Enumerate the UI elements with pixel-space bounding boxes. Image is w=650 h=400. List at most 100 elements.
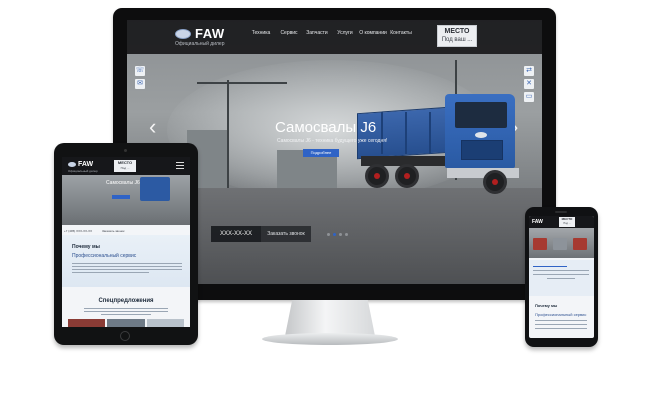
phone-screen: FAW МЕСТО Под ... Почему мы Профессионал… bbox=[529, 216, 594, 338]
place-badge: МЕСТО Под ваш ... bbox=[437, 25, 477, 47]
tablet-hero-button[interactable] bbox=[112, 195, 130, 199]
phone-truck-thumbnail bbox=[573, 238, 587, 250]
background-crane bbox=[227, 80, 229, 190]
slider-dot[interactable] bbox=[345, 233, 348, 236]
phone-speaker bbox=[555, 211, 567, 213]
monitor-stand-base bbox=[262, 333, 398, 345]
brand-name: FAW bbox=[195, 26, 225, 41]
truck-rib bbox=[381, 112, 383, 154]
text-line bbox=[535, 324, 587, 325]
slider-dot[interactable] bbox=[339, 233, 342, 236]
order-call-button[interactable]: Заказать звонок bbox=[261, 226, 311, 242]
phone-place-badge: МЕСТО Под ... bbox=[559, 217, 575, 227]
text-line bbox=[533, 266, 567, 267]
hero-title: Самосвалы J6 bbox=[275, 119, 377, 136]
wrench-icon[interactable]: ✕ bbox=[524, 79, 534, 89]
share-icon[interactable]: ⇄ bbox=[524, 66, 534, 76]
truck-wheel bbox=[365, 164, 389, 188]
hamburger-menu-icon[interactable] bbox=[176, 162, 184, 169]
offer-thumbnail[interactable] bbox=[146, 319, 184, 327]
text-line bbox=[72, 269, 182, 270]
phone-paragraph bbox=[533, 266, 589, 282]
tablet-device: FAW Официальный дилер МЕСТО Под ... Само… bbox=[54, 143, 198, 345]
truck-wheel-hub bbox=[374, 173, 380, 179]
tablet-special-offers-heading: Спецпредложения bbox=[98, 298, 154, 304]
truck-rib bbox=[405, 112, 407, 154]
phone-truck-thumbnail bbox=[553, 238, 567, 250]
place-badge-subtitle: Под ваш ... bbox=[441, 37, 473, 43]
monitor-stand bbox=[285, 300, 375, 336]
nav-item-service[interactable]: Сервис bbox=[275, 30, 303, 36]
brand-logo[interactable]: FAW bbox=[175, 26, 225, 41]
nav-item-parts[interactable]: Запчасти bbox=[303, 30, 331, 36]
faw-logo-icon bbox=[175, 28, 191, 39]
slider-dot-active[interactable] bbox=[333, 233, 336, 236]
tablet-hero-title: Самосвалы J6 bbox=[106, 180, 140, 186]
truck-grill bbox=[461, 140, 503, 160]
text-line bbox=[547, 278, 575, 279]
truck-windshield bbox=[455, 102, 507, 128]
tablet-phone[interactable]: +7 (495) XXX-XX-XX bbox=[64, 229, 92, 233]
nav-item-about[interactable]: О компании bbox=[359, 30, 387, 36]
offer-thumbnail[interactable] bbox=[68, 319, 106, 327]
tablet-why-us-heading: Почему мы bbox=[72, 244, 100, 250]
phone-why-us-heading: Почему мы bbox=[535, 303, 558, 308]
phone-device: FAW МЕСТО Под ... Почему мы Профессионал… bbox=[525, 207, 598, 347]
left-side-icons: ☏ ✉ bbox=[135, 66, 145, 89]
truck-wheel bbox=[483, 170, 507, 194]
brand-subtitle: Официальный дилер bbox=[175, 41, 225, 47]
truck-badge bbox=[475, 132, 487, 138]
text-line bbox=[72, 263, 182, 264]
text-line bbox=[533, 274, 589, 275]
background-crane bbox=[197, 82, 287, 84]
nav-item-contacts[interactable]: Контакты bbox=[387, 30, 415, 36]
place-badge-title: МЕСТО bbox=[444, 28, 470, 35]
slider-dots bbox=[327, 233, 348, 236]
phone-truck-thumbnail bbox=[533, 238, 547, 250]
phone-place-badge-subtitle: Под ... bbox=[563, 222, 571, 225]
truck-wheel bbox=[395, 164, 419, 188]
tablet-hero-truck bbox=[140, 177, 170, 201]
tablet-offer-thumbnails bbox=[68, 319, 184, 327]
phone-header: FAW МЕСТО Под ... bbox=[529, 216, 594, 228]
tablet-camera bbox=[124, 149, 127, 152]
tablet-place-badge: МЕСТО Под ... bbox=[114, 160, 136, 172]
site-header: FAW Официальный дилер Техника Сервис Зап… bbox=[127, 20, 542, 54]
phone-professional-service: Профессиональный сервис bbox=[535, 312, 587, 317]
truck-wheel-hub bbox=[404, 173, 410, 179]
tablet-brand-name: FAW bbox=[78, 161, 94, 168]
tablet-home-button[interactable] bbox=[120, 331, 130, 341]
faw-logo-icon bbox=[68, 161, 76, 167]
text-line bbox=[72, 266, 182, 267]
text-line bbox=[535, 328, 587, 329]
offer-thumbnail[interactable] bbox=[107, 319, 145, 327]
text-line bbox=[84, 308, 168, 309]
phone-icon[interactable]: ☏ bbox=[135, 66, 145, 76]
main-nav: Техника Сервис Запчасти Услуги О компани… bbox=[247, 30, 415, 36]
tablet-place-badge-subtitle: Под ... bbox=[120, 166, 130, 170]
hero-subtitle: Самосвалы J6 - техника будущего уже сего… bbox=[277, 138, 388, 144]
text-line bbox=[533, 270, 589, 271]
text-line bbox=[72, 272, 149, 273]
slider-dot[interactable] bbox=[327, 233, 330, 236]
phone-paragraph-2 bbox=[535, 320, 587, 332]
slider-prev-arrow[interactable]: ‹ bbox=[149, 116, 156, 138]
tablet-header: FAW Официальный дилер МЕСТО Под ... bbox=[62, 157, 190, 175]
tablet-order-call[interactable]: Заказать звонок bbox=[102, 229, 124, 233]
tablet-brand[interactable]: FAW bbox=[68, 161, 93, 168]
nav-item-services[interactable]: Услуги bbox=[331, 30, 359, 36]
tablet-screen: FAW Официальный дилер МЕСТО Под ... Само… bbox=[62, 157, 190, 327]
tablet-offers-paragraph bbox=[84, 308, 168, 317]
text-line bbox=[100, 314, 152, 315]
phone-brand[interactable]: FAW bbox=[532, 219, 543, 225]
nav-item-tehnika[interactable]: Техника bbox=[247, 30, 275, 36]
truck-rib bbox=[429, 112, 431, 154]
tablet-professional-service: Профессиональный сервис bbox=[72, 253, 137, 259]
mail-icon[interactable]: ✉ bbox=[135, 79, 145, 89]
tablet-why-section bbox=[62, 235, 190, 287]
tablet-brand-subtitle: Официальный дилер bbox=[68, 169, 98, 173]
truck-wheel-hub bbox=[492, 179, 498, 185]
hero-more-button[interactable]: Подробнее bbox=[303, 149, 339, 157]
phone-number-field[interactable]: XXX-XX-XX bbox=[211, 226, 261, 242]
text-line bbox=[535, 320, 587, 321]
